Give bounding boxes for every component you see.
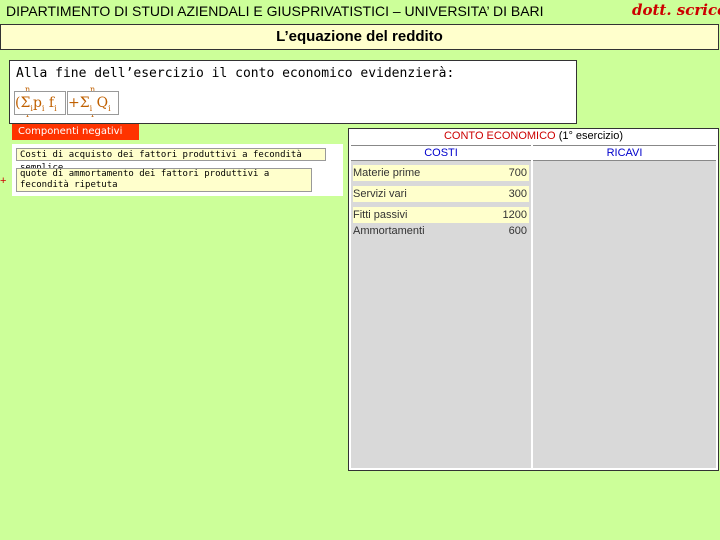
intro-box: Alla fine dell’esercizio il conto econom… bbox=[9, 60, 577, 124]
table-row: Materie prime 700 bbox=[353, 165, 529, 181]
formula-index-3: i bbox=[54, 103, 57, 113]
row-amount: 1200 bbox=[502, 209, 527, 221]
header-title: DIPARTIMENTO DI STUDI AZIENDALI E GIUSPR… bbox=[6, 3, 544, 19]
row-amount: 700 bbox=[508, 167, 527, 179]
table-row: Fitti passivi 1200 bbox=[353, 207, 529, 223]
costs-header: COSTI bbox=[351, 145, 531, 161]
income-statement-heading: CONTO ECONOMICO bbox=[443, 130, 556, 142]
formula-index-2: i bbox=[41, 103, 45, 113]
plus-sign: + bbox=[0, 175, 7, 187]
income-formula: n 1 (Σipi fi n 1 +Σi Qi bbox=[14, 85, 164, 119]
slide-title-bar: L’equazione del reddito bbox=[0, 24, 719, 50]
formula-index-5: i bbox=[108, 103, 111, 113]
formula-p: p bbox=[32, 95, 42, 111]
negative-components-label: Componenti negativi bbox=[12, 124, 139, 140]
row-amount: 300 bbox=[508, 188, 527, 200]
formula-sigma-1: Σ bbox=[20, 95, 31, 111]
costs-column: Materie prime 700 Servizi vari 300 Fitti… bbox=[351, 161, 531, 468]
income-statement-title: CONTO ECONOMICO (1° esercizio) bbox=[349, 130, 718, 143]
income-statement-period: (1° esercizio) bbox=[558, 130, 623, 142]
formula-index-4: i bbox=[89, 103, 93, 113]
row-label: Materie prime bbox=[353, 167, 421, 179]
revenues-header: RICAVI bbox=[533, 145, 716, 161]
formula-term-pf: (Σipi fi bbox=[14, 91, 66, 115]
formula-term-q: +Σi Qi bbox=[67, 91, 119, 115]
formula-sigma-2: Σ bbox=[79, 95, 90, 111]
formula-q: Q bbox=[96, 95, 109, 111]
row-label: Ammortamenti bbox=[353, 225, 425, 237]
row-label: Servizi vari bbox=[353, 188, 407, 200]
negative-components-panel: Costi di acquisto dei fattori produttivi… bbox=[12, 144, 343, 196]
formula-plus: + bbox=[68, 95, 80, 111]
author-logo: dott. scricco bbox=[632, 1, 720, 19]
row-amount: 600 bbox=[508, 225, 527, 237]
depreciation-item: quote di ammortamento dei fattori produt… bbox=[16, 168, 312, 192]
table-row: Ammortamenti 600 bbox=[353, 223, 529, 239]
slide-title: L’equazione del reddito bbox=[276, 28, 443, 45]
header-bar: DIPARTIMENTO DI STUDI AZIENDALI E GIUSPR… bbox=[0, 0, 720, 24]
intro-text: Alla fine dell’esercizio il conto econom… bbox=[16, 66, 455, 81]
income-statement-table: CONTO ECONOMICO (1° esercizio) COSTI RIC… bbox=[348, 128, 719, 471]
purchase-costs-item: Costi di acquisto dei fattori produttivi… bbox=[16, 148, 326, 173]
row-label: Fitti passivi bbox=[353, 209, 408, 221]
revenues-column bbox=[533, 161, 716, 468]
table-row: Servizi vari 300 bbox=[353, 186, 529, 202]
